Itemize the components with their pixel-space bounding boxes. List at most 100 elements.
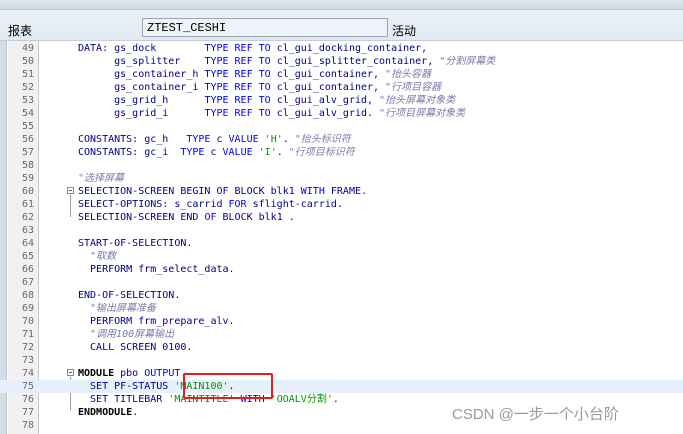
code-line[interactable]: 52 gs_container_i TYPE REF TO cl_gui_con… [0,81,683,94]
watermark-text: CSDN @一步一个小台阶 [452,406,619,423]
code-line[interactable]: 68 END-OF-SELECTION. [0,289,683,302]
line-number: 69 [21,303,34,314]
code-token: CONSTANTS: gc_i [78,147,181,158]
code-token: "抬头屏幕对象类 [379,95,456,106]
line-number: 72 [21,342,34,353]
code-token: gs_container_i [78,82,205,93]
code-token: . [332,394,339,405]
code-line[interactable]: 59 "选择屏幕 [0,172,683,185]
code-text: gs_grid_i TYPE REF TO cl_gui_alv_grid. "… [78,107,465,120]
collapse-block-icon[interactable] [67,187,74,194]
code-token: "调用100屏幕输出 [78,329,175,340]
code-text: SELECTION-SCREEN END OF BLOCK blk1 . [78,211,295,224]
code-text: "选择屏幕 [78,172,124,185]
code-token: . [132,407,139,418]
line-number: 52 [21,82,34,93]
code-line[interactable]: 56 CONSTANTS: gc_h TYPE c VALUE 'H'. "抬头标… [0,133,683,146]
code-token: OUTPUT [144,368,181,379]
code-token: gs_grid_i [78,108,205,119]
code-line[interactable]: 61 SELECT-OPTIONS: s_carrid FOR sflight-c… [0,198,683,211]
code-line[interactable]: 53 gs_grid_h TYPE REF TO cl_gui_alv_grid… [0,94,683,107]
code-line[interactable]: 70 PERFORM frm_prepare_alv. [0,315,683,328]
code-token: . [282,134,295,145]
code-token: TYPE REF TO [204,82,271,93]
code-line[interactable]: 74 MODULE pbo OUTPUT. [0,367,683,380]
code-token: VALUE [228,134,259,145]
code-line[interactable]: 64 START-OF-SELECTION. [0,237,683,250]
line-number: 56 [21,134,34,145]
code-token: SELECTION-SCREEN END [78,212,205,223]
line-number: 55 [21,121,34,132]
line-number: 60 [21,186,34,197]
code-line[interactable]: 69 "输出屏幕准备 [0,302,683,315]
code-line[interactable]: 58 [0,159,683,172]
program-header-bar: 报表 活动 [0,0,683,41]
code-token: "行项目容器 [385,82,442,93]
code-token: sflight-carrid. [246,199,343,210]
code-token: TYPE [186,134,211,145]
code-line[interactable]: 67 [0,276,683,289]
code-line[interactable]: 73 [0,354,683,367]
code-token: VALUE [222,147,253,158]
code-line[interactable]: 71 "调用100屏幕输出 [0,328,683,341]
code-token: SET TITLEBAR [78,394,169,405]
code-token: FRAME. [324,186,368,197]
line-number: 66 [21,264,34,275]
code-line[interactable]: 75 SET PF-STATUS 'MAIN100'. [0,380,683,393]
report-label: 报表 [8,24,33,38]
line-number: 50 [21,56,34,67]
code-text: DATA: gs_dock TYPE REF TO cl_gui_docking… [78,42,427,55]
code-token: TYPE REF TO [204,56,271,67]
code-line[interactable]: 65 "取数 [0,250,683,263]
code-token: CALL SCREEN 0100. [78,342,193,353]
code-line[interactable]: 54 gs_grid_i TYPE REF TO cl_gui_alv_grid… [0,107,683,120]
code-token: cl_gui_container, [270,82,386,93]
code-text: CONSTANTS: gc_i TYPE c VALUE 'I'. "行项目标识… [78,146,355,159]
code-token: PERFORM frm_select_data. [78,264,235,275]
line-number: 75 [21,381,34,392]
code-token: TYPE REF TO [204,69,271,80]
window-top-strip [0,0,683,10]
line-number: 63 [21,225,34,236]
collapse-block-icon[interactable] [67,369,74,376]
line-number: 76 [21,394,34,405]
line-number: 71 [21,329,34,340]
code-token: MODULE [78,368,115,379]
code-token: PERFORM frm_prepare_alv. [78,316,235,327]
code-token: SELECT-OPTIONS: s_carrid [78,199,229,210]
code-token: . [276,147,289,158]
line-number: 58 [21,160,34,171]
code-line[interactable]: 72 CALL SCREEN 0100. [0,341,683,354]
line-number: 49 [21,43,34,54]
code-line[interactable]: 62 SELECTION-SCREEN END OF BLOCK blk1 . [0,211,683,224]
line-number: 65 [21,251,34,262]
code-token: "分割屏幕类 [439,56,496,67]
code-token: c [210,134,229,145]
code-token: "行项目标识符 [288,147,355,158]
abap-code-editor[interactable]: 49 DATA: gs_dock TYPE REF TO cl_gui_docki… [0,41,683,434]
code-text: ENDMODULE. [78,406,138,419]
code-text: CALL SCREEN 0100. [78,341,192,354]
code-line[interactable]: 63 [0,224,683,237]
code-token: "输出屏幕准备 [78,303,157,314]
code-token: SELECTION-SCREEN BEGIN OF BLOCK blk1 [78,186,301,197]
code-token: cl_gui_splitter_container, [270,56,440,67]
line-number: 62 [21,212,34,223]
code-token: OF [204,212,217,223]
code-text: gs_splitter TYPE REF TO cl_gui_splitter_… [78,55,495,68]
code-line[interactable]: 50 gs_splitter TYPE REF TO cl_gui_splitt… [0,55,683,68]
code-token: START-OF-SELECTION. [78,238,193,249]
code-line[interactable]: 55 [0,120,683,133]
code-line[interactable]: 51 gs_container_h TYPE REF TO cl_gui_con… [0,68,683,81]
line-number: 61 [21,199,34,210]
line-number: 67 [21,277,34,288]
line-number: 54 [21,108,34,119]
code-token: TYPE REF TO [204,95,271,106]
line-number: 73 [21,355,34,366]
code-line[interactable]: 49 DATA: gs_dock TYPE REF TO cl_gui_docki… [0,42,683,55]
code-line[interactable]: 60 SELECTION-SCREEN BEGIN OF BLOCK blk1 W… [0,185,683,198]
line-number: 70 [21,316,34,327]
code-line[interactable]: 57 CONSTANTS: gc_i TYPE c VALUE 'I'. "行项目… [0,146,683,159]
code-line[interactable]: 66 PERFORM frm_select_data. [0,263,683,276]
program-name-field[interactable] [142,18,388,37]
